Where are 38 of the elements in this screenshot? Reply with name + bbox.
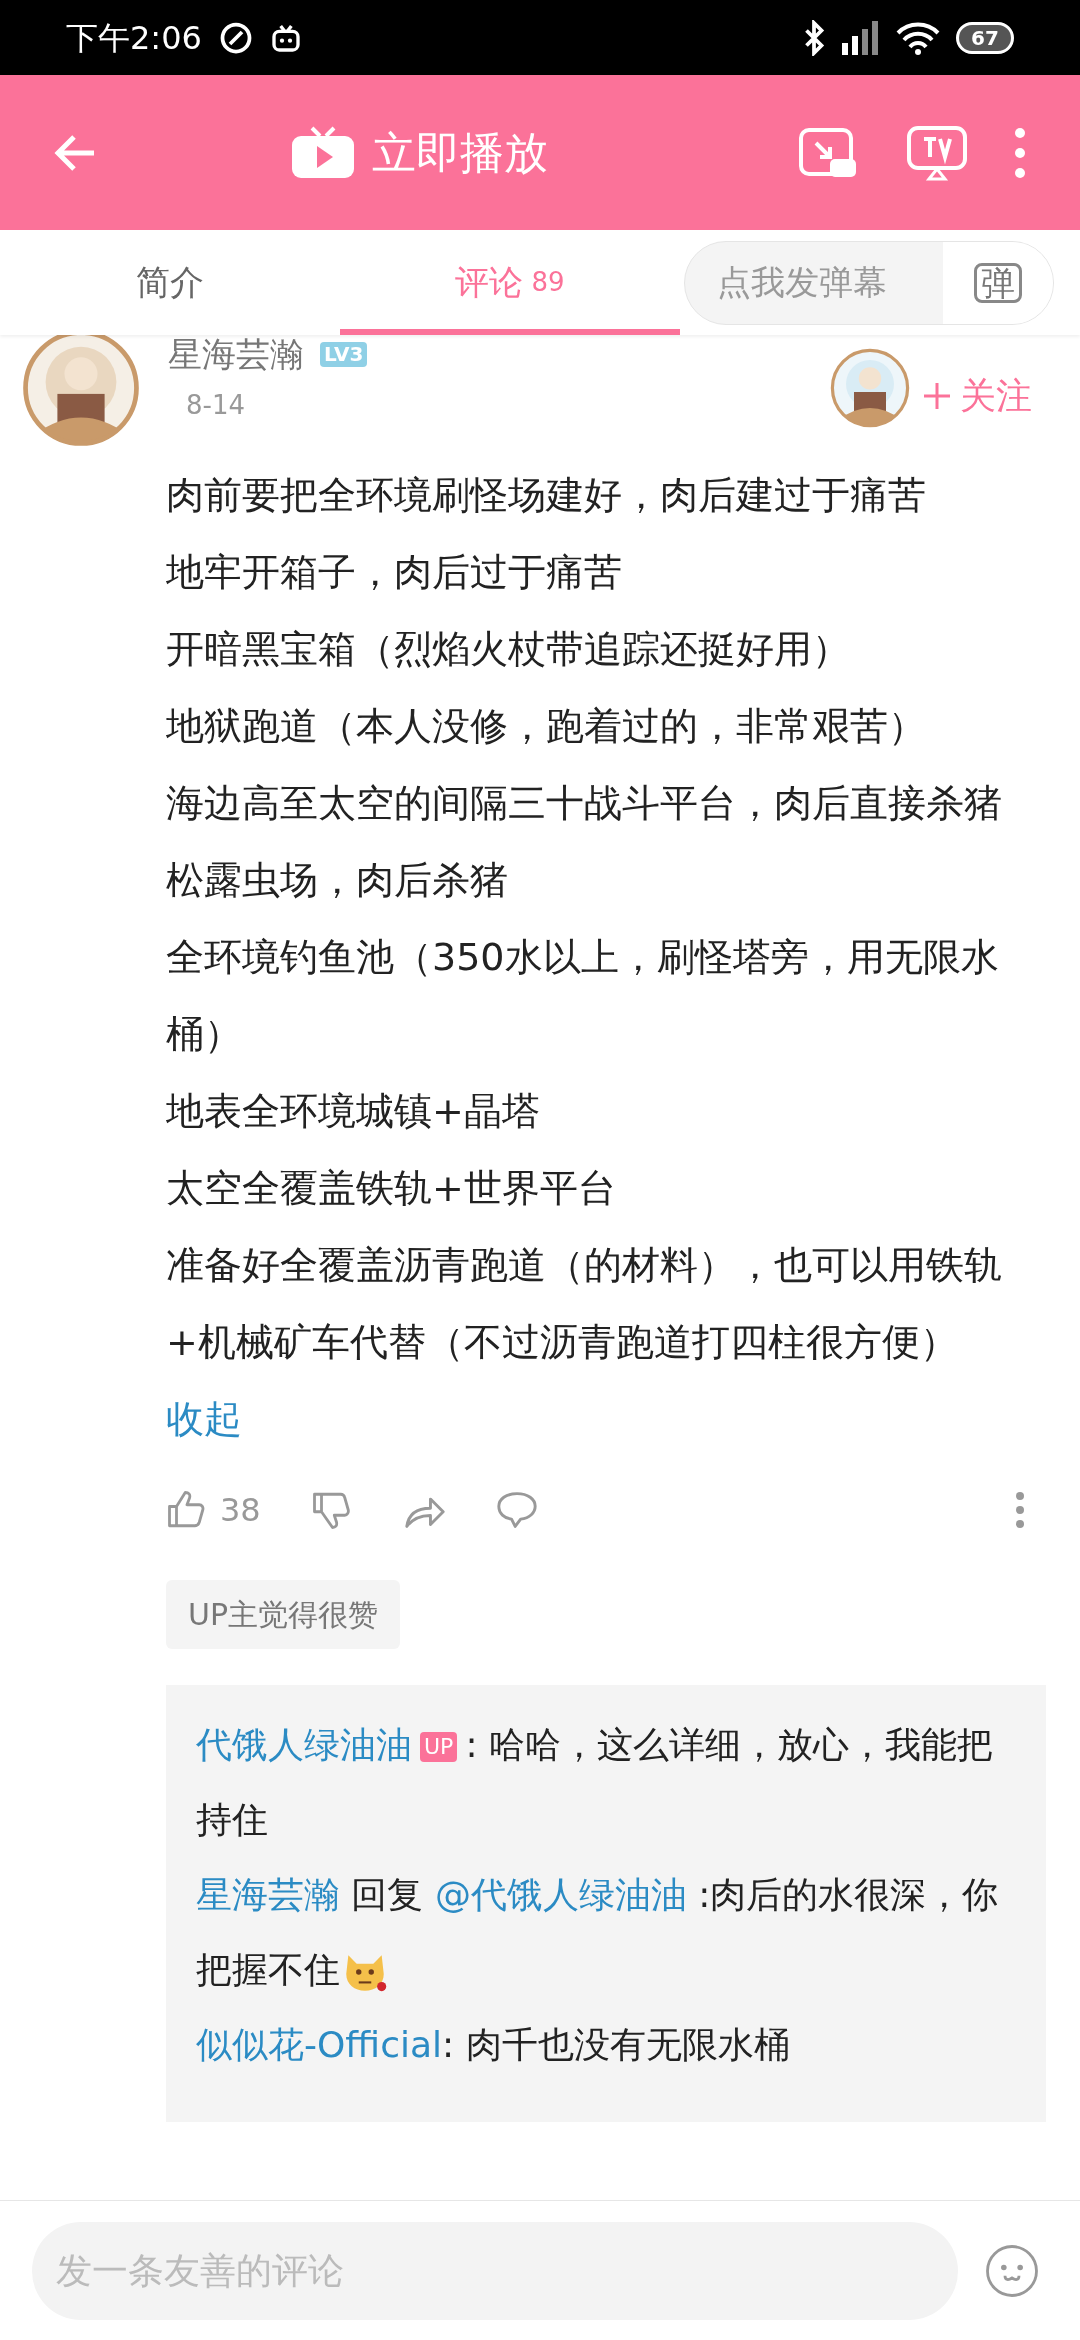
up-liked-badge: UP主觉得很赞 — [166, 1580, 401, 1649]
comment-text: 松露虫场，肉后杀猪 — [166, 857, 509, 904]
follow-button[interactable]: 关注 — [922, 369, 1032, 423]
tab[interactable]: 评论 89 — [340, 230, 680, 335]
comment-input[interactable]: 发一条友善的评论 — [32, 2221, 958, 2320]
emoji-icon[interactable] — [984, 2242, 1040, 2299]
comment-text: 太空全覆盖铁轨+世界平台 — [166, 1165, 617, 1212]
danmaku-field[interactable]: 点我发弹幕 弹 — [684, 240, 1054, 325]
header-title: 立即播放 — [372, 125, 548, 180]
level-badge: LV3 — [320, 342, 368, 367]
comment-text: 肉前要把全环境刷怪场建好，肉后建过于痛苦 — [166, 472, 927, 519]
comment-text: 准备好全覆盖沥青跑道（的材料），也可以用铁轨+机械矿车代替（不过沥青跑道打四柱很方便） — [166, 1242, 1003, 1366]
plus-icon — [922, 381, 952, 411]
play-tv-icon — [290, 124, 356, 181]
like-count: 38 — [220, 1490, 261, 1531]
mini-window-icon[interactable] — [798, 126, 858, 179]
comment-date: 8-14 — [186, 389, 246, 422]
wifi-icon — [896, 20, 940, 55]
more-icon[interactable] — [1012, 126, 1028, 179]
comment-text: 海边高至太空的间隔三十战斗平台，肉后直接杀猪 — [166, 780, 1003, 827]
username: 星海芸瀚 — [168, 335, 304, 376]
comment-text: 地表全环境城镇+晶塔 — [166, 1088, 541, 1135]
reply-bubble-icon[interactable] — [494, 1490, 539, 1530]
collapse-link[interactable]: 收起 — [166, 1381, 242, 1458]
comment-text: 全环境钓鱼池（350水以上，刷怪塔旁，用无限水桶） — [166, 934, 1000, 1058]
reply-text: 代饿人绿油油 UP : 哈哈，这么详细，放心，我能把持住 — [196, 1723, 994, 1842]
tab[interactable]: 简介 — [0, 230, 340, 335]
status-time: 下午2:06 — [66, 17, 202, 59]
comment-text: 地狱跑道（本人没修，跑着过的，非常艰苦） — [166, 703, 927, 750]
danmaku-button[interactable]: 弹 — [943, 241, 1053, 324]
more-icon[interactable] — [1014, 1490, 1026, 1530]
reply-text: 星海芸瀚 回复 @代饿人绿油油 :肉后的水很深，你把握不住 — [196, 1857, 1016, 2007]
comment-text: 地牢开箱子，肉后过于痛苦 — [166, 549, 623, 596]
battery-indicator: 67 — [956, 21, 1014, 54]
tv-cast-icon[interactable] — [906, 124, 968, 181]
reply-text: 似似花-Official: 肉千也没有无限水桶 — [196, 2023, 791, 2067]
signal-icon — [840, 20, 880, 55]
comment-text: 开暗黑宝箱（烈焰火杖带追踪还挺好用） — [166, 626, 851, 673]
